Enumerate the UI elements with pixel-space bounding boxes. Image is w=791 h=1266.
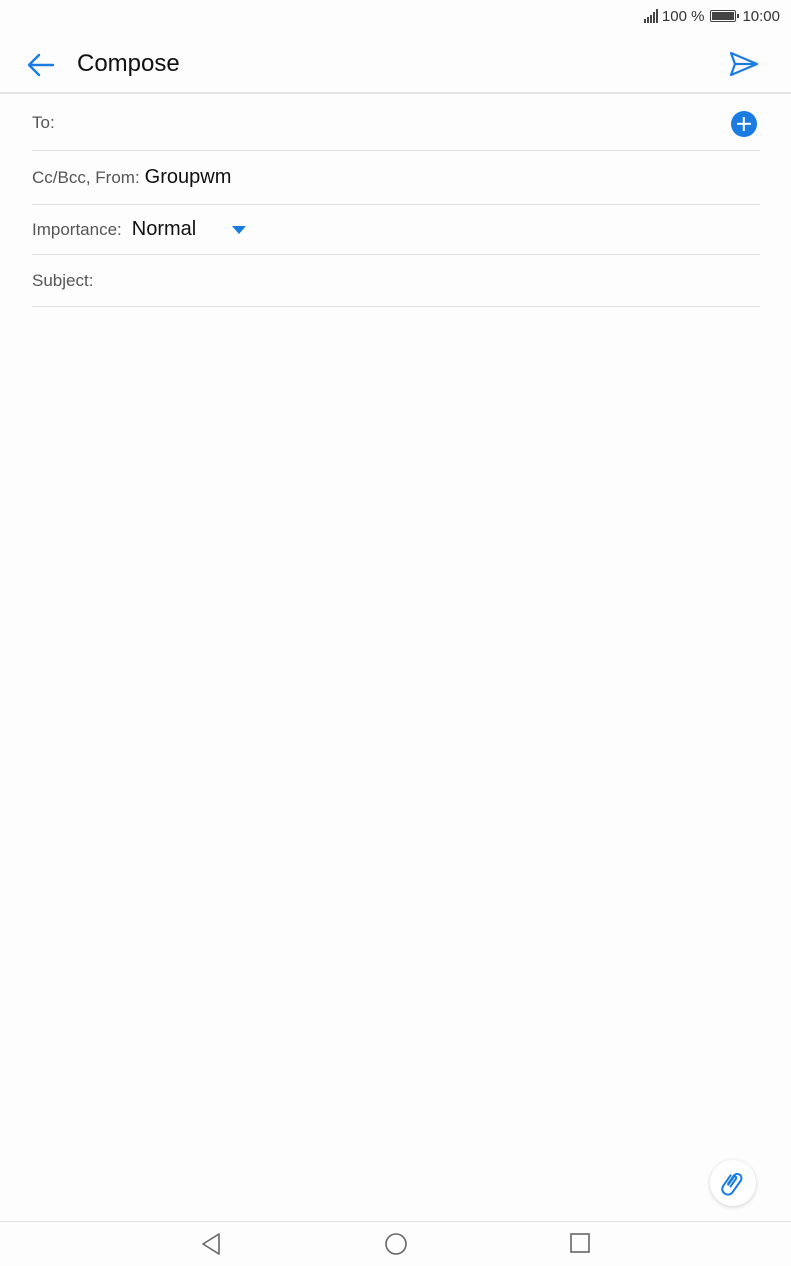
from-account-value: Groupwm xyxy=(144,166,232,188)
square-recents-icon xyxy=(570,1233,590,1253)
subject-row: Subject: xyxy=(32,255,760,307)
add-contact-button[interactable] xyxy=(731,111,757,137)
importance-label: Importance: xyxy=(32,219,122,239)
nav-recents-button[interactable] xyxy=(569,1232,591,1259)
compose-form: To: Cc/Bcc, From: Groupwm Importance: No… xyxy=(32,96,760,307)
to-label: To: xyxy=(32,113,55,132)
signal-icon xyxy=(643,9,658,23)
clock: 10:00 xyxy=(742,7,780,25)
battery-percent: 100 % xyxy=(661,7,705,25)
subject-label: Subject: xyxy=(32,270,94,290)
arrow-left-icon xyxy=(27,53,55,77)
subject-input[interactable] xyxy=(102,269,752,293)
importance-select[interactable]: Normal xyxy=(132,218,196,241)
back-button[interactable] xyxy=(26,50,56,80)
battery-icon xyxy=(710,10,740,22)
compose-screen: 100 % 10:00 Compose To: Cc/Bcc, From: Gr… xyxy=(0,0,791,1266)
navigation-bar xyxy=(0,1221,791,1266)
send-button[interactable] xyxy=(729,51,759,77)
to-input[interactable] xyxy=(64,112,714,136)
status-bar: 100 % 10:00 xyxy=(0,0,791,32)
triangle-back-icon xyxy=(202,1233,220,1255)
circle-home-icon xyxy=(385,1233,407,1255)
importance-row: Importance: Normal xyxy=(32,205,760,255)
to-field-row: To: xyxy=(32,96,760,151)
nav-back-button[interactable] xyxy=(200,1232,222,1261)
chevron-down-icon[interactable] xyxy=(232,226,246,234)
paperclip-icon xyxy=(721,1173,743,1196)
send-icon xyxy=(729,51,759,77)
attach-button[interactable] xyxy=(710,1160,756,1206)
nav-home-button[interactable] xyxy=(384,1232,408,1261)
message-body[interactable] xyxy=(32,310,760,1150)
page-title: Compose xyxy=(77,50,180,77)
cc-bcc-from-label: Cc/Bcc, From: xyxy=(32,167,140,187)
app-bar: Compose xyxy=(0,32,791,94)
cc-bcc-from-row[interactable]: Cc/Bcc, From: Groupwm xyxy=(32,151,760,205)
